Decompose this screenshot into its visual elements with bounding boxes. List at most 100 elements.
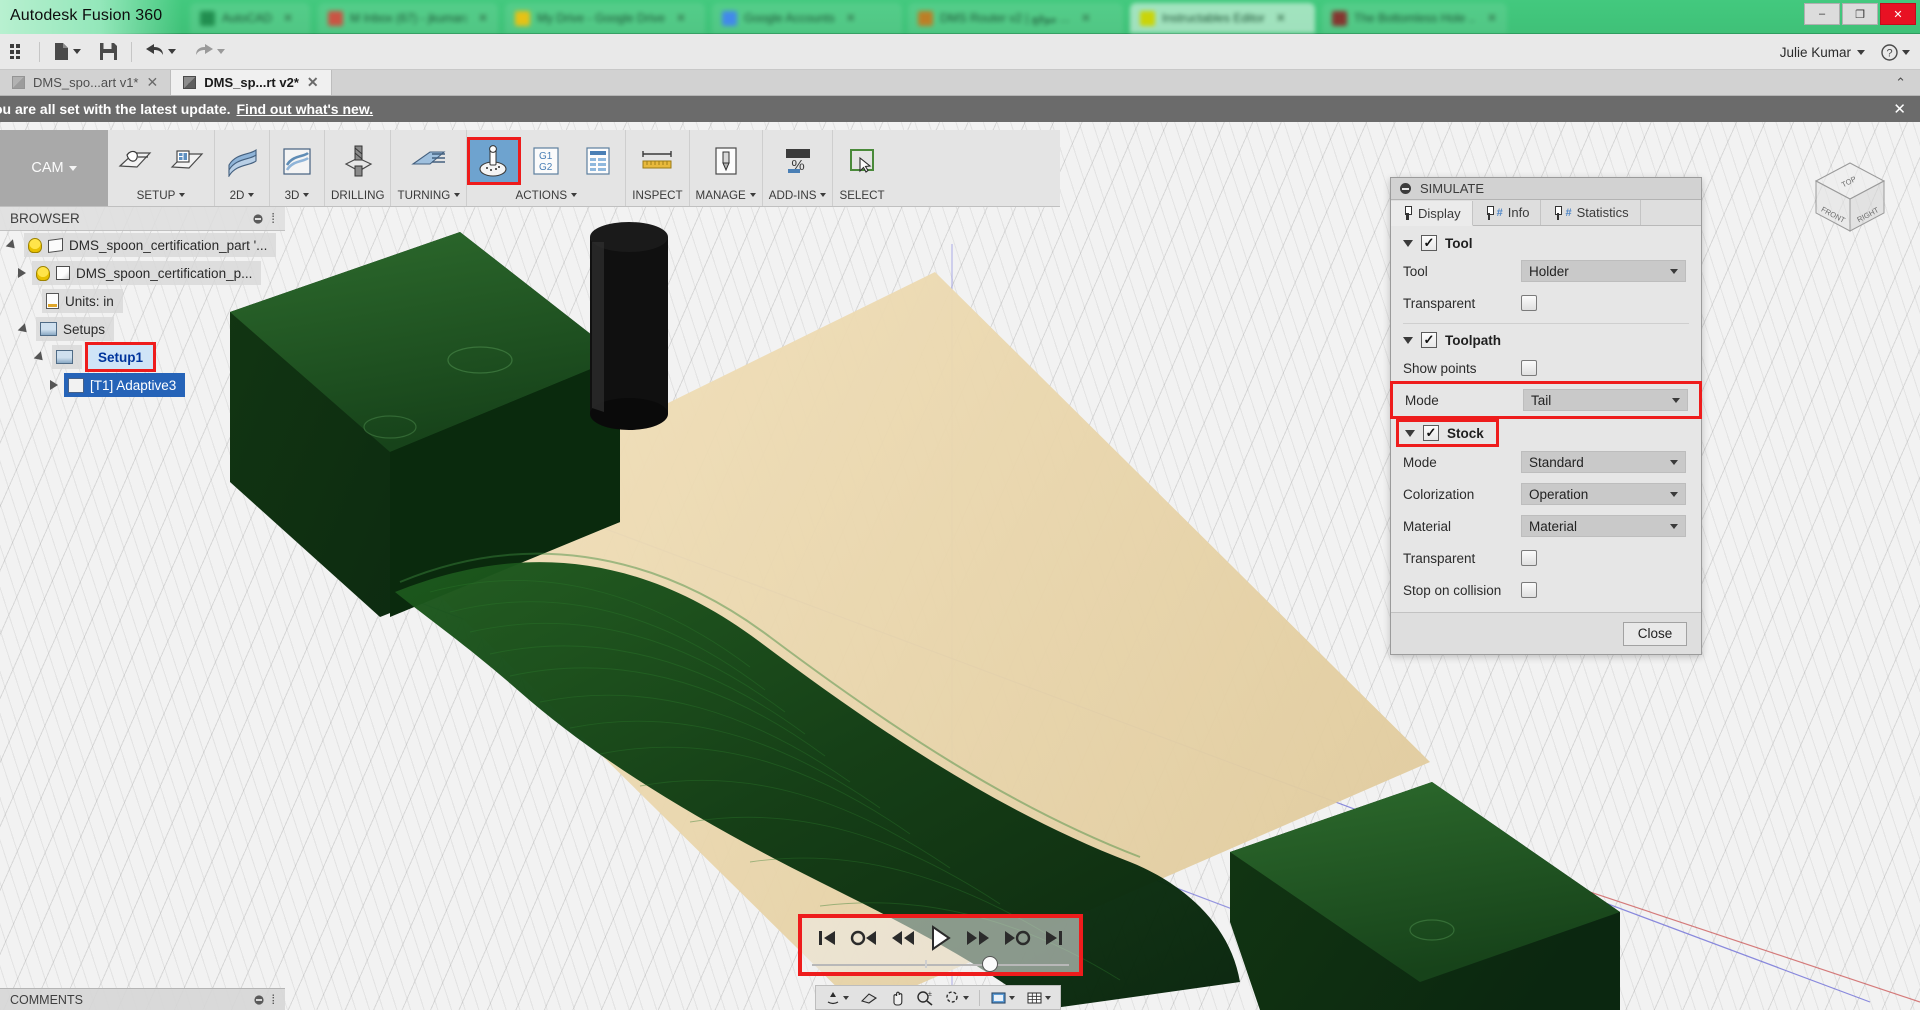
toolpath-section-checkbox[interactable] (1421, 332, 1437, 348)
chevron-down-icon[interactable] (571, 193, 578, 197)
visibility-bulb-icon[interactable] (28, 237, 42, 253)
close-icon[interactable]: ✕ (1276, 11, 1286, 25)
tree-row-chip[interactable]: DMS_spoon_certification_part '... (24, 233, 277, 257)
drilling-button[interactable] (332, 138, 384, 184)
browser-header-controls[interactable]: ⁞ (252, 211, 275, 226)
ribbon-group-label[interactable]: ACTIONS (510, 184, 584, 206)
simulate-button[interactable] (467, 137, 522, 185)
pan-button[interactable] (885, 987, 909, 1008)
browser-tab[interactable]: M Inbox (67) - jkumar@au... ✕ (318, 3, 498, 33)
chevron-down-icon[interactable] (1902, 49, 1910, 55)
rewind-icon[interactable] (889, 926, 917, 950)
chevron-down-icon[interactable] (217, 49, 225, 54)
2d-toolpath-button[interactable] (216, 138, 268, 184)
ribbon-group-label[interactable]: MANAGE (690, 184, 762, 206)
tree-row-setup1[interactable]: Setup1 (0, 342, 285, 372)
browser-tab-active[interactable]: Instructables Editor ✕ (1130, 3, 1315, 33)
collapse-tabs-chevron-icon[interactable]: ⌃ (1895, 75, 1906, 91)
ribbon-group-label[interactable]: SETUP (131, 184, 192, 206)
close-icon[interactable]: ✕ (846, 11, 856, 25)
chevron-down-icon[interactable] (1009, 995, 1015, 1000)
tree-row-chip[interactable]: Units: in (42, 289, 123, 313)
select-button[interactable] (836, 138, 888, 184)
chevron-down-icon[interactable] (1405, 429, 1415, 437)
tab-statistics[interactable]: # Statistics (1541, 200, 1641, 225)
chevron-down-icon[interactable] (179, 193, 186, 197)
3d-toolpath-button[interactable] (271, 138, 323, 184)
close-icon[interactable]: ✕ (1487, 11, 1497, 25)
show-points-checkbox[interactable] (1521, 360, 1537, 376)
tab-info[interactable]: # Info (1473, 200, 1542, 225)
fast-forward-icon[interactable] (964, 926, 992, 950)
tool-library-button[interactable] (700, 138, 752, 184)
notification-link[interactable]: Find out what's new. (237, 101, 374, 117)
tree-row[interactable]: Units: in (0, 287, 285, 315)
workspace-switcher[interactable]: CAM (0, 130, 108, 206)
chevron-down-icon[interactable] (1672, 397, 1680, 403)
chevron-down-icon[interactable] (1670, 268, 1678, 274)
colorization-select[interactable]: Operation (1521, 483, 1686, 505)
visibility-bulb-icon[interactable] (36, 265, 50, 281)
chevron-down-icon[interactable] (68, 165, 77, 171)
expander-down-icon[interactable] (5, 238, 19, 252)
tree-row-chip[interactable]: [T1] Adaptive3 (64, 373, 186, 397)
tree-row-operation[interactable]: [T1] Adaptive3 (0, 371, 285, 399)
step-forward-operation-icon[interactable] (1002, 926, 1032, 950)
stop-on-collision-checkbox[interactable] (1521, 582, 1537, 598)
close-icon[interactable]: ✕ (676, 11, 686, 25)
close-icon[interactable]: ✕ (1893, 100, 1906, 118)
chevron-down-icon[interactable] (749, 193, 756, 197)
addins-button[interactable]: % (772, 138, 824, 184)
collapse-icon[interactable] (1400, 183, 1411, 194)
look-at-button[interactable] (856, 987, 882, 1008)
browser-tab[interactable]: DMS Router v2 | موقع ... ✕ (908, 3, 1123, 33)
simulation-progress-slider[interactable] (812, 956, 1069, 972)
browser-tab[interactable]: My Drive - Google Drive ✕ (505, 3, 705, 33)
chevron-down-icon[interactable] (248, 193, 255, 197)
tree-row-chip[interactable]: Setups (36, 317, 115, 341)
expander-right-icon[interactable] (18, 268, 26, 278)
display-settings-button[interactable] (986, 987, 1019, 1008)
grip-icon[interactable]: ⁞ (271, 211, 275, 226)
dialog-title-bar[interactable]: SIMULATE (1391, 178, 1701, 200)
toolpath-mode-select[interactable]: Tail (1523, 389, 1688, 411)
new-file-button[interactable] (44, 35, 90, 69)
grid-menu-button[interactable] (0, 35, 35, 69)
ribbon-group-label[interactable]: 2D (224, 184, 261, 206)
material-select[interactable]: Material (1521, 515, 1686, 537)
measure-button[interactable] (631, 138, 683, 184)
chevron-down-icon[interactable] (843, 995, 849, 1000)
viewcube[interactable]: TOP FRONT RIGHT (1802, 155, 1898, 241)
tool-select[interactable]: Holder (1521, 260, 1686, 282)
undo-button[interactable] (136, 35, 185, 69)
stock-transparent-checkbox[interactable] (1521, 550, 1537, 566)
section-header-toolpath[interactable]: Toolpath (1391, 328, 1701, 352)
browser-tab[interactable]: The Bottomless Hole ... ✕ (1322, 3, 1507, 33)
play-icon[interactable] (927, 924, 953, 952)
post-process-button[interactable]: G1 G2 (520, 138, 572, 184)
tree-row-chip[interactable]: DMS_spoon_certification_p... (32, 261, 262, 285)
chevron-down-icon[interactable] (820, 193, 827, 197)
ribbon-group-label[interactable]: 3D (279, 184, 316, 206)
tree-row[interactable]: DMS_spoon_certification_p... (0, 259, 285, 287)
stock-section-checkbox[interactable] (1423, 425, 1439, 441)
minimize-button[interactable]: – (1804, 3, 1840, 25)
expander-right-icon[interactable] (50, 380, 58, 390)
stock-mode-select[interactable]: Standard (1521, 451, 1686, 473)
slider-thumb[interactable] (981, 956, 998, 972)
chevron-down-icon[interactable] (1857, 49, 1865, 55)
user-menu[interactable]: Julie Kumar (1780, 45, 1865, 60)
chevron-down-icon[interactable] (963, 995, 969, 1000)
chevron-down-icon[interactable] (303, 193, 310, 197)
chevron-down-icon[interactable] (1403, 336, 1413, 344)
redo-button[interactable] (185, 35, 234, 69)
tool-section-checkbox[interactable] (1421, 235, 1437, 251)
step-back-operation-icon[interactable] (849, 926, 879, 950)
expander-down-icon[interactable] (17, 322, 31, 336)
setup-sheet-button[interactable] (572, 138, 624, 184)
document-tab-active[interactable]: DMS_sp...rt v2* ✕ (171, 70, 332, 95)
setup1-label-chip[interactable]: Setup1 (84, 342, 157, 372)
browser-tab[interactable]: Google Accounts ✕ (712, 3, 902, 33)
maximize-button[interactable]: ❐ (1842, 3, 1878, 25)
help-menu[interactable]: ? (1881, 43, 1910, 61)
